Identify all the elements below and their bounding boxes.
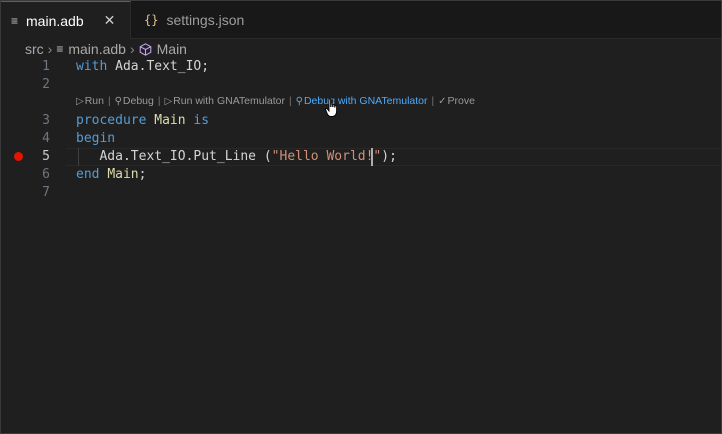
debug-icon: ⚲ (295, 95, 303, 107)
code-token: ; (201, 59, 210, 74)
breadcrumb: src › ≡ main.adb › Main (25, 40, 187, 58)
code-line: 2 (0, 76, 722, 94)
tab-bar: ≡ main.adb ✕ {} settings.json (1, 1, 721, 39)
hand-pointer-icon (325, 98, 339, 123)
text-lines-icon: ≡ (11, 13, 19, 28)
codelens-separator: | (289, 95, 292, 107)
codelens-label: Run with GNATemulator (173, 95, 286, 107)
code-token: "Hello World!" (271, 149, 382, 164)
code-text: begin (76, 130, 115, 148)
code-text: end Main; (76, 166, 146, 184)
code-token: is (193, 113, 210, 128)
code-line: 1 with Ada.Text_IO; (0, 58, 722, 76)
text-cursor (371, 148, 373, 166)
tab-label: main.adb (26, 12, 84, 29)
code-line: 6 end Main; (0, 166, 722, 184)
line-number: 5 (42, 149, 50, 164)
code-text: with Ada.Text_IO; (76, 58, 209, 76)
line-number: 6 (42, 167, 50, 182)
line-number: 1 (42, 59, 50, 74)
codelens-prove-link[interactable]: ✓ Prove (438, 95, 475, 107)
code-line: 7 (0, 184, 722, 202)
code-text: Ada.Text_IO.Put_Line ("Hello World!"); (76, 148, 397, 166)
breadcrumb-file[interactable]: ≡ main.adb (56, 41, 126, 57)
code-token: Ada.Text_IO (115, 59, 202, 74)
line-number: 4 (42, 131, 50, 146)
close-icon[interactable]: ✕ (104, 12, 116, 29)
breadcrumb-folder[interactable]: src (25, 41, 44, 57)
code-token: Main (107, 167, 139, 182)
code-line: 3 procedure Main is (0, 112, 722, 130)
code-lens-bar: ▷ Run | ⚲ Debug | ▷ Run with GNATemulator |… (76, 94, 475, 108)
codelens-label: Run (84, 95, 104, 107)
tab-settings-json[interactable]: {} settings.json (132, 1, 262, 38)
code-token: ; (138, 167, 147, 182)
codelens-separator: | (157, 95, 161, 107)
code-editor[interactable]: 1 with Ada.Text_IO; 2 ▷ Run | ⚲ Debug | ▷ R… (0, 58, 722, 434)
run-icon: ▷ (76, 95, 84, 107)
text-lines-icon: ≡ (56, 42, 64, 56)
code-token: ); (381, 149, 397, 164)
breadcrumb-file-label: main.adb (68, 41, 126, 57)
codelens-run-link[interactable]: ▷ Run (76, 95, 104, 107)
code-line: 4 begin (0, 130, 722, 148)
code-token: with (76, 59, 108, 74)
code-token: procedure (76, 113, 147, 128)
line-number: 3 (42, 113, 50, 128)
tab-label: settings.json (166, 11, 245, 28)
run-icon: ▷ (164, 95, 173, 107)
tab-main-adb[interactable]: ≡ main.adb ✕ (1, 1, 131, 39)
chevron-right-icon: › (129, 41, 135, 57)
code-token: Ada.Text_IO.Put_Line ( (76, 149, 272, 164)
code-token: Main (154, 113, 186, 128)
line-number: 2 (42, 77, 50, 92)
breadcrumb-symbol-label: Main (156, 41, 187, 57)
codelens-run-gnatemulator-link[interactable]: ▷ Run with GNATemulator (164, 95, 285, 107)
codelens-label: Prove (447, 95, 475, 107)
debug-icon: ⚲ (114, 95, 122, 107)
codelens-separator: | (107, 95, 111, 107)
check-icon: ✓ (438, 95, 447, 107)
cube-symbol-icon (139, 42, 152, 56)
code-line-active: 5 Ada.Text_IO.Put_Line ("Hello World!"); (0, 148, 722, 166)
breadcrumb-symbol[interactable]: Main (139, 41, 187, 57)
codelens-debug-gnatemulator-link[interactable]: ⚲ Debug with GNATemulator (296, 95, 428, 107)
code-token: begin (76, 131, 116, 146)
line-number: 7 (42, 185, 50, 200)
codelens-label: Debug with GNATemulator (303, 95, 428, 107)
code-text: procedure Main is (76, 112, 209, 130)
json-braces-icon: {} (144, 12, 159, 27)
code-token: end (76, 167, 100, 182)
codelens-separator: | (431, 95, 435, 107)
chevron-right-icon: › (47, 41, 53, 57)
codelens-label: Debug (122, 95, 154, 107)
codelens-debug-link[interactable]: ⚲ Debug (115, 95, 154, 107)
